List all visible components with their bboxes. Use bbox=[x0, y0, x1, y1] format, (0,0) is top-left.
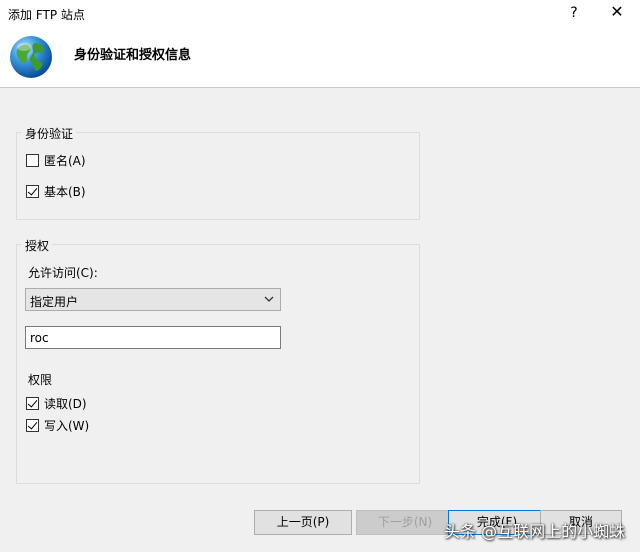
basic-checkbox-row[interactable]: 基本(B) bbox=[26, 183, 86, 200]
allow-access-dropdown[interactable]: 指定用户 bbox=[25, 288, 281, 311]
permissions-label: 权限 bbox=[28, 373, 53, 387]
wizard-header: 身份验证和授权信息 bbox=[0, 26, 640, 88]
next-button[interactable]: 下一步(N) bbox=[356, 510, 454, 535]
read-checkbox[interactable] bbox=[26, 397, 39, 410]
window-title: 添加 FTP 站点 bbox=[8, 8, 85, 22]
write-checkbox-row[interactable]: 写入(W) bbox=[26, 417, 89, 434]
authentication-group-label: 身份验证 bbox=[22, 125, 77, 142]
allow-access-label: 允许访问(C): bbox=[28, 266, 98, 280]
anonymous-checkbox-row[interactable]: 匿名(A) bbox=[26, 152, 86, 169]
title-bar: 添加 FTP 站点 ? ✕ bbox=[0, 0, 640, 26]
authentication-group bbox=[16, 132, 420, 220]
close-button[interactable]: ✕ bbox=[603, 1, 631, 23]
authorization-group-label: 授权 bbox=[22, 237, 53, 254]
help-button[interactable]: ? bbox=[560, 2, 588, 24]
write-checkbox[interactable] bbox=[26, 419, 39, 432]
read-label: 读取(D) bbox=[44, 397, 87, 411]
anonymous-checkbox[interactable] bbox=[26, 154, 39, 167]
previous-button[interactable]: 上一页(P) bbox=[254, 510, 352, 535]
anonymous-label: 匿名(A) bbox=[44, 154, 86, 168]
page-title: 身份验证和授权信息 bbox=[74, 48, 192, 63]
user-name-input[interactable]: roc bbox=[25, 326, 281, 349]
globe-icon bbox=[10, 36, 52, 78]
chevron-down-icon bbox=[263, 291, 275, 310]
basic-checkbox[interactable] bbox=[26, 185, 39, 198]
allow-access-value: 指定用户 bbox=[30, 295, 79, 309]
user-name-value: roc bbox=[30, 331, 49, 345]
watermark-text: 头条 @互联网上的小蜘蛛 bbox=[444, 522, 626, 541]
read-checkbox-row[interactable]: 读取(D) bbox=[26, 395, 87, 412]
write-label: 写入(W) bbox=[44, 419, 90, 433]
basic-label: 基本(B) bbox=[44, 185, 86, 199]
